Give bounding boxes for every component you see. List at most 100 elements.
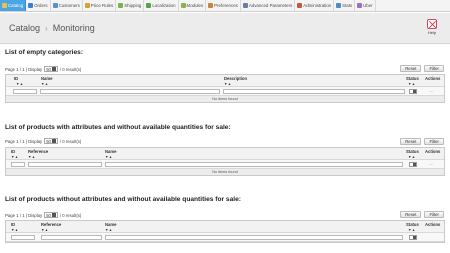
chevron-down-icon: [51, 67, 56, 71]
filter-button[interactable]: Filter: [424, 211, 444, 218]
empty-message: No items found: [6, 169, 444, 175]
sort-arrows-icon[interactable]: ▼▲: [105, 228, 113, 232]
reference-filter-input[interactable]: [28, 162, 102, 167]
tab-modules[interactable]: Modules: [179, 0, 207, 11]
preferences-icon: [208, 3, 214, 8]
advanced-parameters-icon: [242, 3, 248, 8]
filter-row: --: [6, 160, 444, 169]
status-filter-select[interactable]: [409, 235, 417, 240]
results-count: / 0 result(s): [59, 66, 82, 72]
col-status: Status: [406, 76, 419, 81]
id-filter-input[interactable]: [11, 162, 25, 167]
sort-arrows-icon[interactable]: ▼▲: [105, 155, 113, 159]
col-reference: Reference: [28, 149, 49, 154]
help-button[interactable]: Help: [425, 19, 439, 37]
filter-row: --: [6, 87, 444, 96]
reset-button[interactable]: Reset: [400, 65, 422, 72]
reference-filter-input[interactable]: [41, 235, 102, 240]
page-info: Page 1 / 1 | Display: [5, 212, 43, 218]
tab-label: Modules: [186, 3, 204, 8]
status-filter-select[interactable]: [409, 162, 417, 167]
col-actions: Actions: [425, 149, 441, 154]
tab-label: Customers: [58, 3, 80, 8]
tab-catalog[interactable]: Catalog: [0, 0, 27, 11]
section-title: List of empty categories:: [5, 49, 84, 56]
col-name: Name: [41, 76, 53, 81]
tab-label: Shipping: [124, 3, 142, 8]
section-title: List of products without attributes and …: [5, 196, 241, 203]
filter-button[interactable]: Filter: [424, 65, 444, 72]
sort-arrows-icon[interactable]: ▼▲: [408, 155, 416, 159]
uber-icon: [357, 3, 363, 8]
sort-arrows-icon[interactable]: ▼▲: [41, 82, 49, 86]
per-page-value: 50: [46, 66, 51, 72]
description-filter-input[interactable]: [223, 89, 405, 94]
per-page-select[interactable]: 50: [44, 138, 58, 144]
per-page-select[interactable]: 50: [44, 66, 58, 72]
actions-placeholder: --: [430, 161, 433, 166]
tab-label: Localization: [152, 3, 176, 8]
sort-arrows-icon[interactable]: ▼▲: [224, 82, 232, 86]
sort-arrows-icon[interactable]: ▼▲: [408, 82, 416, 86]
per-page-value: 50: [46, 138, 51, 144]
price-rules-icon: [84, 3, 90, 8]
sort-arrows-icon[interactable]: ▼▲: [11, 155, 19, 159]
pagination: Page 1 / 1 | Display 50 / 0 result(s): [5, 66, 81, 72]
modules-icon: [180, 3, 186, 8]
administration-icon: [297, 3, 303, 8]
results-count: / 0 result(s): [59, 138, 82, 144]
sort-arrows-icon[interactable]: ▼▲: [408, 228, 416, 232]
sort-arrows-icon[interactable]: ▼▲: [16, 82, 24, 86]
id-filter-input[interactable]: [11, 235, 35, 240]
tab-customers[interactable]: Customers: [51, 0, 83, 11]
sort-arrows-icon[interactable]: ▼▲: [41, 228, 49, 232]
tab-uber[interactable]: Uber: [355, 0, 376, 11]
customers-icon: [52, 3, 58, 8]
results-count: / 0 result(s): [59, 212, 82, 218]
sort-arrows-icon[interactable]: ▼▲: [28, 155, 36, 159]
tab-label: Orders: [34, 3, 48, 8]
tab-administration[interactable]: Administration: [295, 0, 335, 11]
products-with-attributes-table: ID ▼▲ Reference ▼▲ Name ▼▲ Status ▼▲ Act…: [5, 147, 445, 176]
col-reference: Reference: [41, 222, 62, 227]
id-filter-input[interactable]: [13, 89, 37, 94]
shipping-icon: [118, 3, 124, 8]
filter-button[interactable]: Filter: [424, 138, 444, 145]
tab-label: Preferences: [214, 3, 238, 8]
per-page-select[interactable]: 50: [44, 212, 58, 218]
col-actions: Actions: [425, 76, 441, 81]
tab-orders[interactable]: Orders: [26, 0, 51, 11]
table-header: ID ▼▲ Reference ▼▲ Name ▼▲ Status ▼▲ Act…: [6, 148, 444, 160]
reset-button[interactable]: Reset: [400, 211, 422, 218]
col-id: ID: [11, 149, 16, 154]
products-without-attributes-table: ID ▼▲ Reference ▼▲ Name ▼▲ Status ▼▲ Act…: [5, 220, 445, 243]
breadcrumb-separator: ›: [45, 24, 48, 33]
tab-stats[interactable]: Stats: [334, 0, 356, 11]
localization-icon: [146, 3, 152, 8]
tab-label: Price Rules: [90, 3, 114, 8]
name-filter-input[interactable]: [105, 235, 403, 240]
reset-button[interactable]: Reset: [400, 138, 422, 145]
tab-advanced-parameters[interactable]: Advanced Parameters: [241, 0, 296, 11]
col-id: ID: [14, 76, 19, 81]
tab-price-rules[interactable]: Price Rules: [83, 0, 117, 11]
empty-categories-table: ID ▼▲ Name ▼▲ Description ▼▲ Status ▼▲ A…: [5, 74, 445, 103]
col-actions: Actions: [425, 222, 441, 227]
main-menu-tabs: Catalog Orders Customers Price Rules Shippin…: [0, 0, 450, 12]
tab-localization[interactable]: Localization: [144, 0, 179, 11]
per-page-value: 50: [46, 212, 51, 218]
help-label: Help: [427, 30, 437, 35]
col-status: Status: [406, 149, 419, 154]
col-description: Description: [224, 76, 248, 81]
sort-arrows-icon[interactable]: ▼▲: [11, 228, 19, 232]
breadcrumb-parent[interactable]: Catalog: [9, 23, 40, 33]
tab-shipping[interactable]: Shipping: [116, 0, 145, 11]
tab-label: Catalog: [8, 3, 24, 8]
name-filter-input[interactable]: [40, 89, 220, 94]
help-icon: [427, 19, 437, 29]
tab-label: Advanced Parameters: [248, 3, 293, 8]
tab-label: Stats: [342, 3, 353, 8]
status-filter-select[interactable]: [409, 89, 417, 94]
tab-preferences[interactable]: Preferences: [206, 0, 241, 11]
name-filter-input[interactable]: [105, 162, 403, 167]
